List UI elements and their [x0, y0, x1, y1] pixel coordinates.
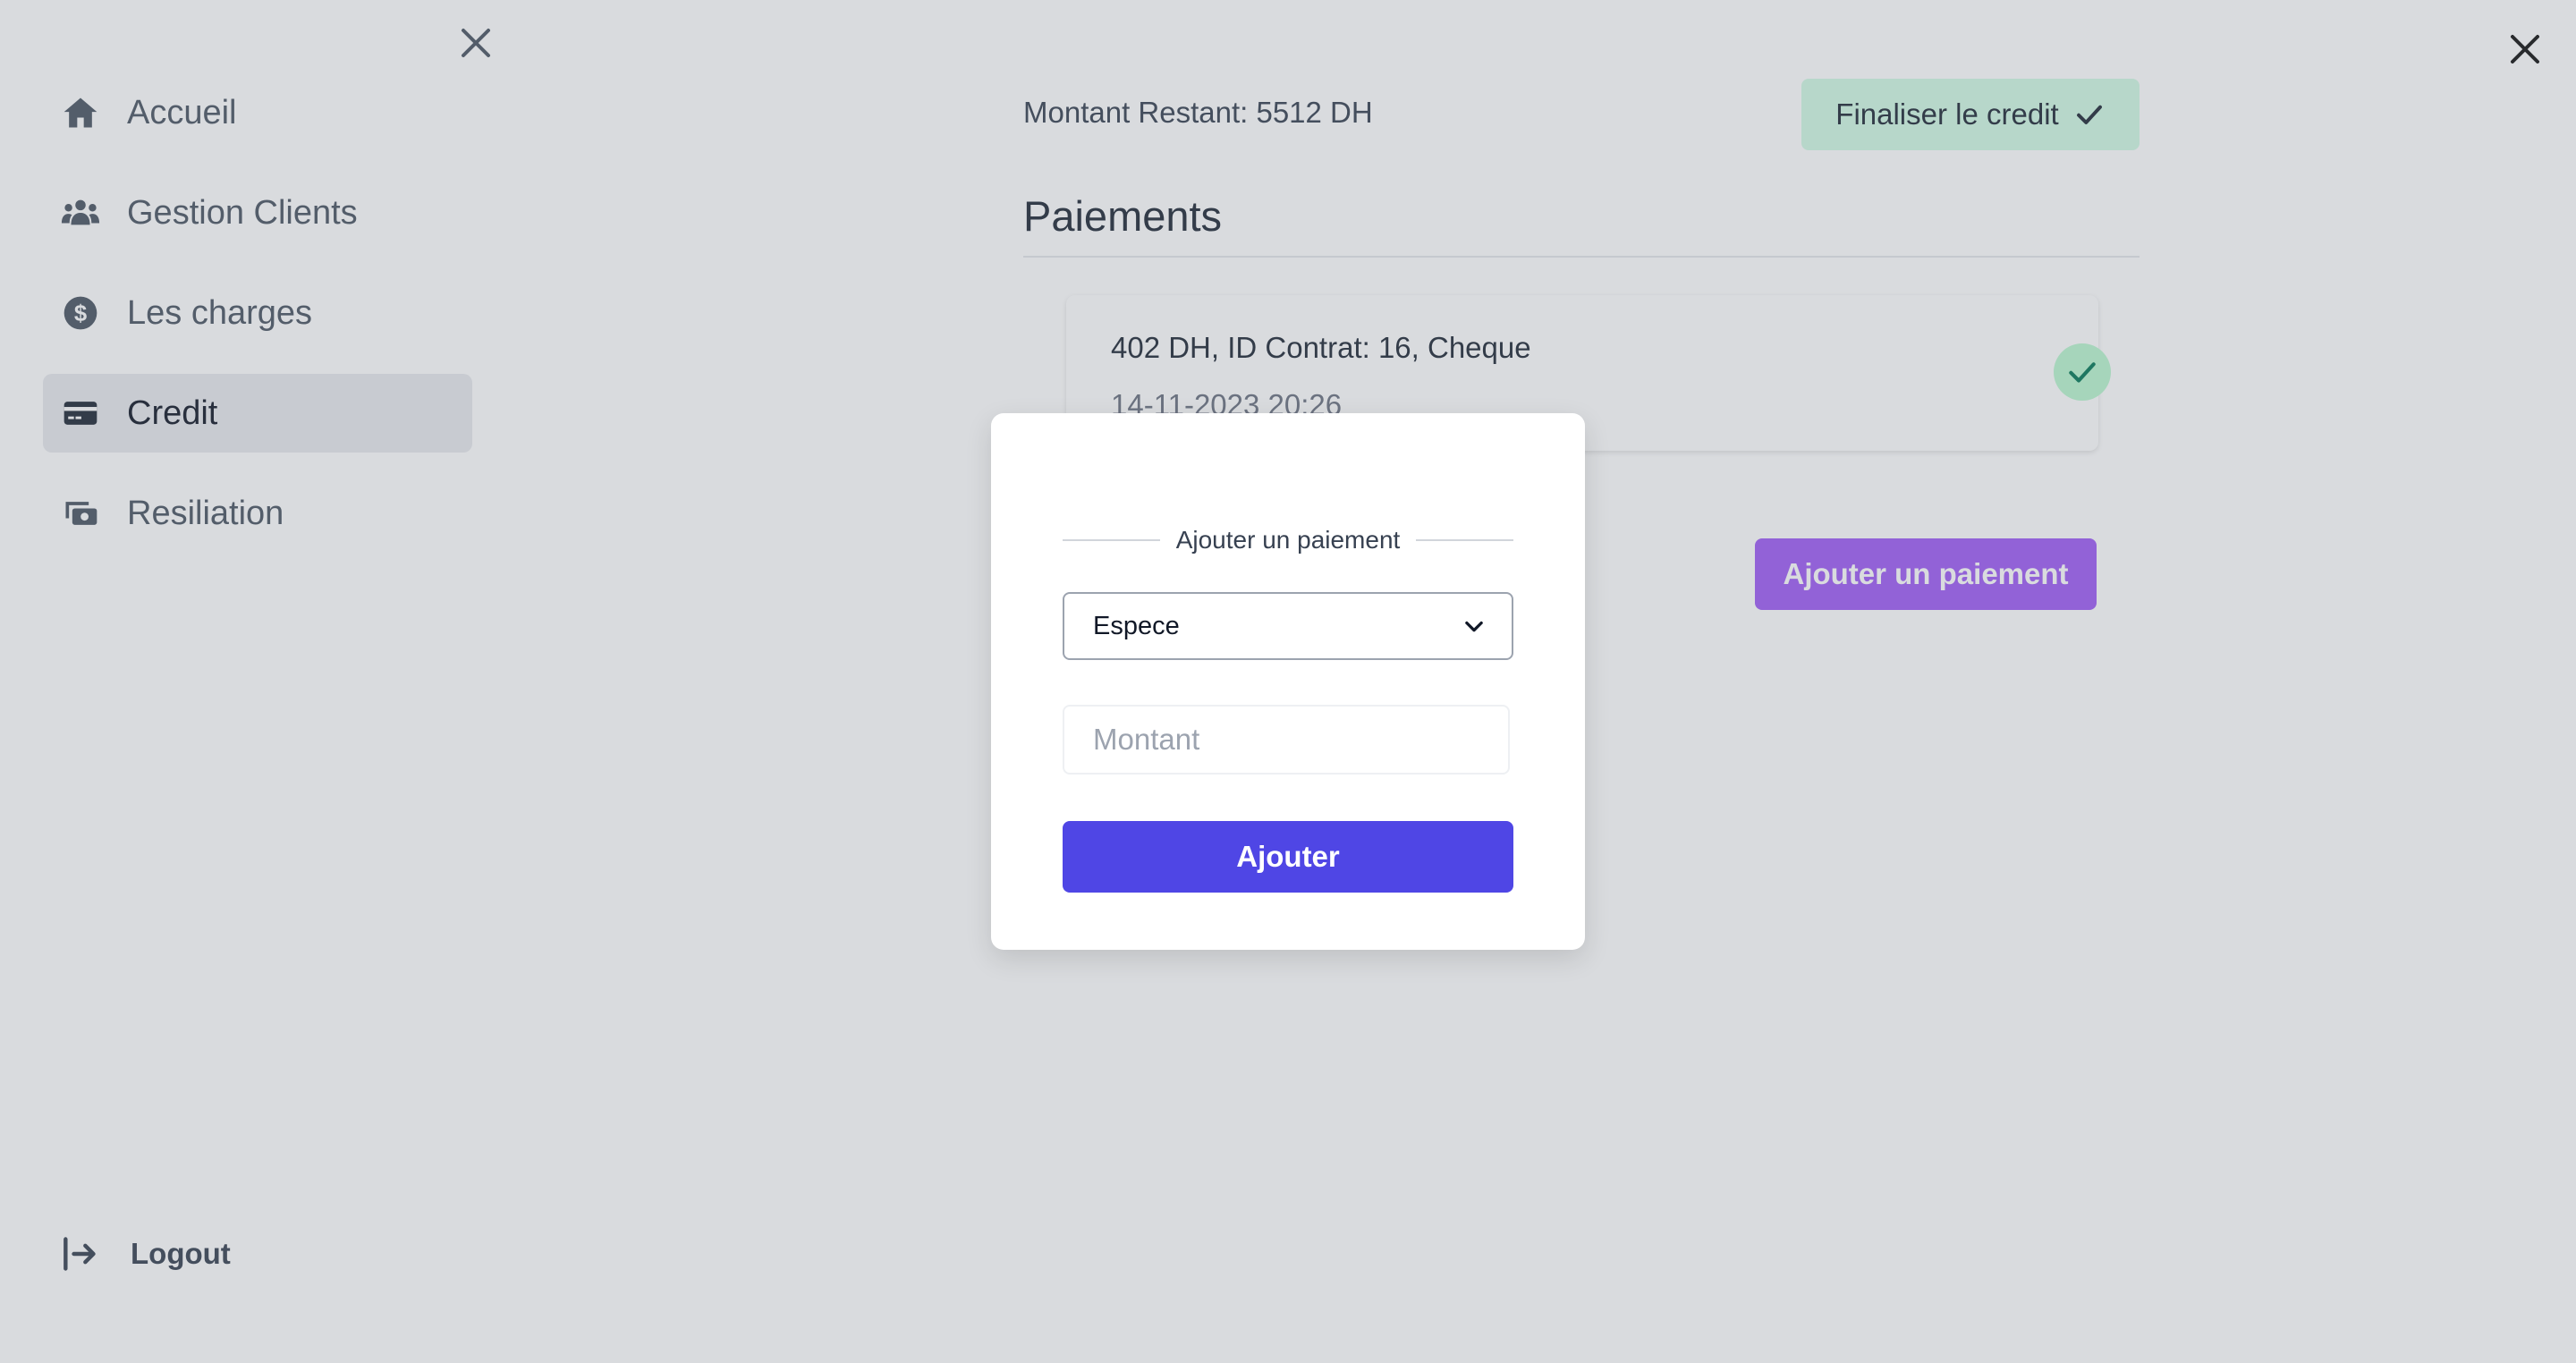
amount-input[interactable] [1063, 705, 1510, 775]
payment-method-select[interactable]: Espece [1063, 592, 1513, 660]
payment-method-value: Espece [1093, 612, 1180, 640]
page: Accueil Gestion Clients $ Les charges Cr… [0, 0, 2576, 1363]
modal-heading: Ajouter un paiement [1063, 522, 1514, 558]
chevron-down-icon [1462, 614, 1487, 639]
modal-heading-text: Ajouter un paiement [1175, 526, 1401, 554]
add-payment-modal: Ajouter un paiement Espece Ajouter [991, 413, 1585, 950]
divider-line [1063, 539, 1160, 541]
divider-line [1416, 539, 1514, 541]
submit-payment-button[interactable]: Ajouter [1063, 821, 1513, 893]
